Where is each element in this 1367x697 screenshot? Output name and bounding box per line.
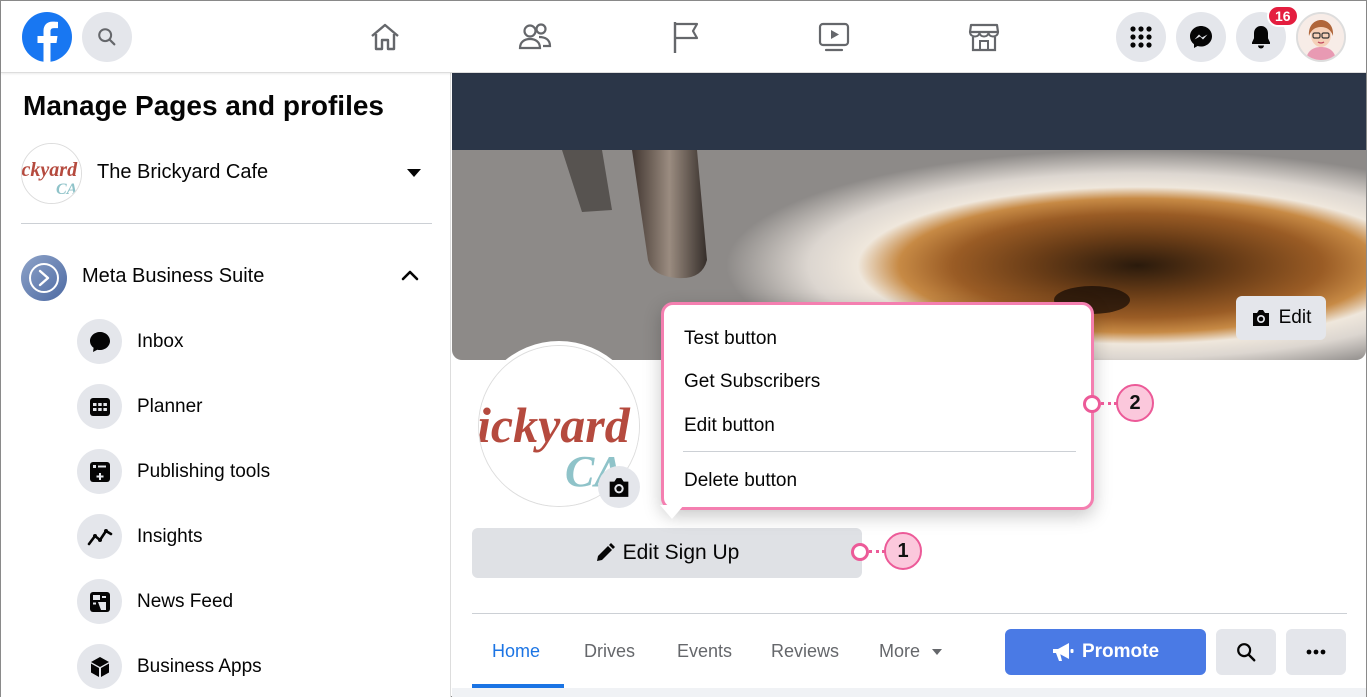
page-search-button[interactable] xyxy=(1216,629,1276,675)
logo-text: ickyard xyxy=(479,397,631,453)
tab-drives[interactable]: Drives xyxy=(584,641,635,662)
callout-line-2 xyxy=(1101,402,1117,405)
search-icon xyxy=(1237,643,1256,662)
bell-icon xyxy=(1252,26,1270,49)
callout-2: 2 xyxy=(1116,384,1154,422)
friends-icon xyxy=(518,23,552,50)
chevron-up-icon[interactable] xyxy=(401,269,419,281)
update-profile-photo-button[interactable] xyxy=(598,466,640,508)
sidebar-item-inbox[interactable]: Inbox xyxy=(77,319,437,367)
sidebar-item-label: Insights xyxy=(137,526,203,547)
sidebar-item-label: Meta Business Suite xyxy=(82,265,265,287)
watch-nav-button[interactable] xyxy=(816,19,852,55)
sidebar-item-publishing-tools[interactable]: Publishing tools xyxy=(77,449,437,497)
home-nav-button[interactable] xyxy=(367,19,403,55)
publishing-tools-icon xyxy=(77,449,122,494)
marketplace-nav-button[interactable] xyxy=(966,19,1002,55)
svg-text:CA: CA xyxy=(56,181,78,198)
menu-item-edit-button[interactable]: Edit button xyxy=(684,415,775,437)
menu-divider xyxy=(683,451,1076,452)
cube-icon xyxy=(77,644,122,689)
tabs-divider xyxy=(472,613,1347,614)
menu-pointer xyxy=(660,505,684,519)
news-feed-icon xyxy=(77,579,122,624)
callout-line-1 xyxy=(869,550,885,553)
sidebar-item-label: Inbox xyxy=(137,331,184,352)
calendar-grid-icon xyxy=(77,384,122,429)
tab-more-label: More xyxy=(879,641,921,661)
sidebar-item-label: Business Apps xyxy=(137,656,262,677)
menu-grid-button[interactable] xyxy=(1116,12,1166,62)
megaphone-icon xyxy=(1052,643,1074,661)
camera-icon xyxy=(1252,310,1269,326)
menu-item-test-button[interactable]: Test button xyxy=(684,328,777,350)
caret-down-icon[interactable] xyxy=(405,167,423,179)
meta-business-suite-icon xyxy=(21,255,67,301)
edit-cover-button[interactable]: Edit xyxy=(1236,296,1326,340)
video-play-icon xyxy=(818,22,850,52)
promote-button[interactable]: Promote xyxy=(1005,629,1206,675)
callout-anchor-2 xyxy=(1083,395,1101,413)
top-navigation-bar: 16 xyxy=(1,1,1366,73)
menu-item-delete-button[interactable]: Delete button xyxy=(684,470,797,492)
more-options-button[interactable] xyxy=(1286,629,1346,675)
sidebar-divider xyxy=(21,223,432,224)
tab-events[interactable]: Events xyxy=(677,641,732,662)
tab-home[interactable]: Home xyxy=(492,641,540,662)
sidebar-item-label: Publishing tools xyxy=(137,461,271,482)
menu-item-get-subscribers[interactable]: Get Subscribers xyxy=(684,371,820,393)
grid-menu-icon xyxy=(1130,26,1152,48)
page-name: The Brickyard Cafe xyxy=(97,161,269,183)
pages-nav-button[interactable] xyxy=(667,19,703,55)
friends-nav-button[interactable] xyxy=(517,19,553,55)
callout-1: 1 xyxy=(884,532,922,570)
messenger-icon xyxy=(1190,26,1212,48)
sidebar-item-business-apps[interactable]: Business Apps xyxy=(77,644,437,692)
button-options-menu: Test button Get Subscribers Edit button … xyxy=(661,302,1094,510)
insights-chart-icon xyxy=(77,514,122,559)
avatar[interactable] xyxy=(1296,12,1346,62)
ellipsis-icon xyxy=(1306,649,1326,655)
edit-sign-up-button[interactable]: Edit Sign Up xyxy=(472,528,862,578)
sidebar-item-label: Planner xyxy=(137,396,203,417)
pencil-icon xyxy=(596,543,615,561)
page-header-band xyxy=(452,73,1366,150)
camera-icon xyxy=(609,477,629,497)
sidebar-item-planner[interactable]: Planner xyxy=(77,384,437,432)
messenger-button[interactable] xyxy=(1176,12,1226,62)
sidebar-item-insights[interactable]: Insights xyxy=(77,514,437,562)
search-icon xyxy=(98,28,116,46)
tab-more[interactable]: More xyxy=(879,641,943,662)
sidebar-item-news-feed[interactable]: News Feed xyxy=(77,579,437,627)
callout-anchor-1 xyxy=(851,543,869,561)
content-background xyxy=(452,688,1366,697)
chat-bubble-icon xyxy=(77,319,122,364)
sidebar-item-label: News Feed xyxy=(137,591,234,612)
caret-down-icon xyxy=(932,649,943,656)
search-button[interactable] xyxy=(82,12,132,62)
sidebar-item-meta-business-suite[interactable]: Meta Business Suite xyxy=(21,253,431,301)
storefront-icon xyxy=(968,23,1000,52)
flag-icon xyxy=(673,22,699,53)
facebook-logo-icon[interactable] xyxy=(22,12,72,62)
sidebar: Manage Pages and profiles ickyard CA The… xyxy=(1,73,451,697)
page-thumbnail: ickyard CA xyxy=(21,143,82,204)
edit-sign-up-label: Edit Sign Up xyxy=(622,541,740,564)
promote-label: Promote xyxy=(1081,641,1160,662)
svg-text:ickyard: ickyard xyxy=(22,159,78,181)
tab-reviews[interactable]: Reviews xyxy=(771,641,839,662)
notification-badge: 16 xyxy=(1267,5,1299,27)
page-switcher[interactable]: ickyard CA The Brickyard Cafe xyxy=(21,143,431,205)
home-icon xyxy=(371,23,399,51)
sidebar-title: Manage Pages and profiles xyxy=(23,90,384,121)
edit-cover-label: Edit xyxy=(1278,307,1312,328)
